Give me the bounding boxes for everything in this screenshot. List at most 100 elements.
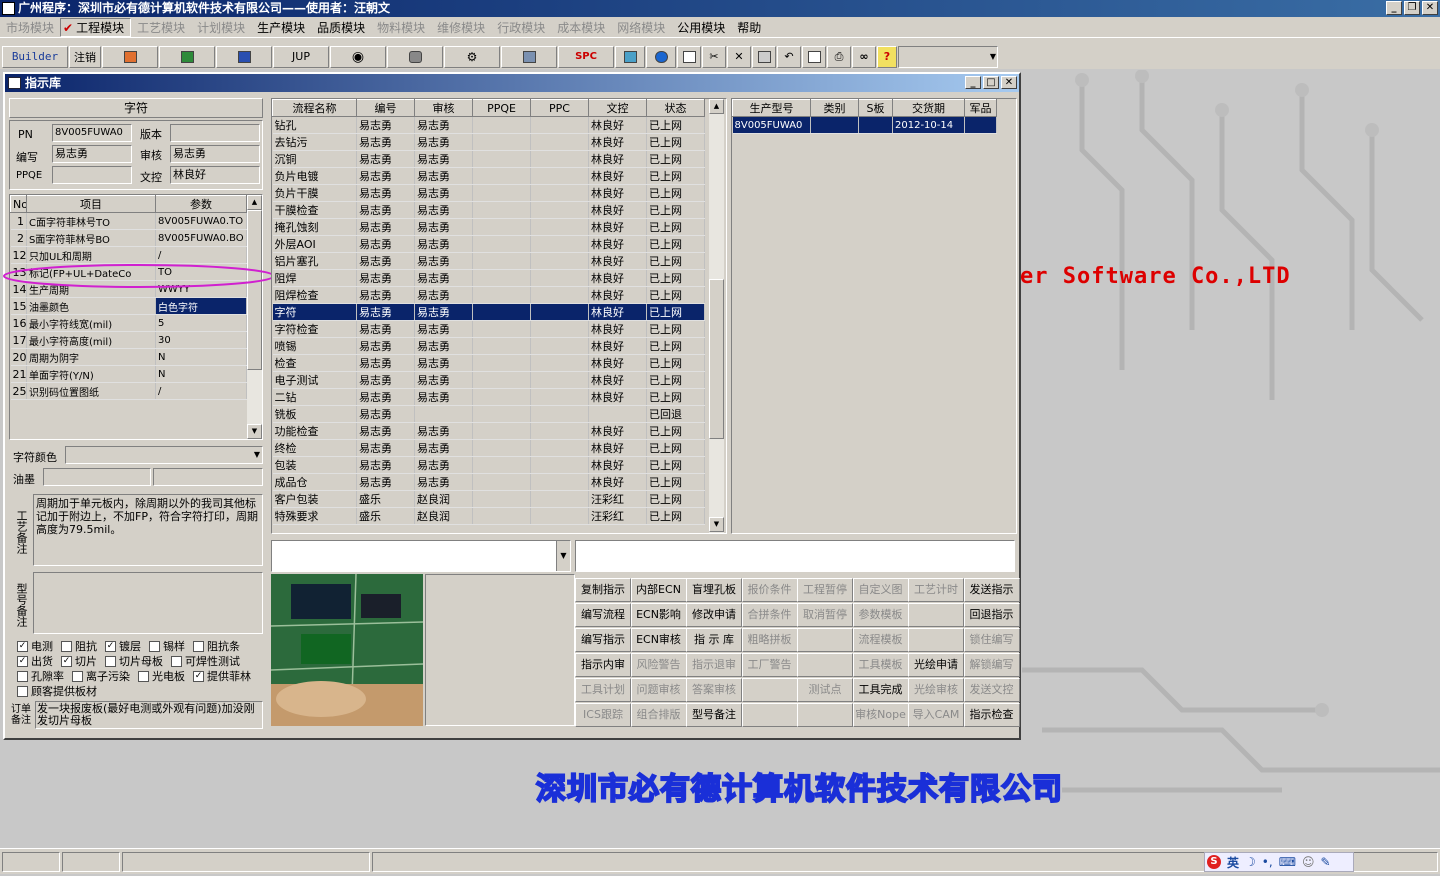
- computer-button[interactable]: [501, 45, 557, 68]
- action-button[interactable]: 光绘申请: [908, 653, 964, 677]
- params-column-header[interactable]: 参数: [155, 195, 247, 213]
- flow-row[interactable]: 外层AOI 易志勇 易志勇 林良好 已上网: [272, 235, 705, 253]
- action-button[interactable]: 风险警告: [630, 653, 687, 677]
- flow-row[interactable]: 电子测试 易志勇 易志勇 林良好 已上网: [272, 371, 705, 389]
- restore-button[interactable]: ❐: [1404, 1, 1420, 15]
- checkbox[interactable]: ✓: [17, 655, 28, 667]
- jup-button[interactable]: JUP: [273, 45, 329, 68]
- flow-row[interactable]: 铝片塞孔 易志勇 易志勇 林良好 已上网: [272, 252, 705, 270]
- database-button[interactable]: [387, 45, 443, 68]
- action-button[interactable]: [797, 703, 853, 727]
- window-minimize-button[interactable]: _: [965, 76, 981, 89]
- action-button[interactable]: 指 示 库: [686, 628, 742, 652]
- action-button[interactable]: 指示退审: [686, 653, 742, 677]
- process-note-text[interactable]: 周期加于单元板内，除周期以外的我司其他标记加于附边上，不加FP，符合字符打印，周…: [33, 494, 263, 566]
- flow-row[interactable]: 负片干膜 易志勇 易志勇 林良好 已上网: [272, 184, 705, 202]
- action-button[interactable]: 工厂警告: [741, 653, 798, 677]
- spc-button[interactable]: SPC: [558, 45, 614, 68]
- action-button[interactable]: 型号备注: [686, 703, 742, 727]
- action-button[interactable]: 发送指示: [963, 578, 1020, 602]
- params-row[interactable]: 12 只加UL和周期 /: [10, 246, 247, 264]
- flow-row[interactable]: 客户包装 盛乐 赵良润 汪彩红 已上网: [272, 490, 705, 508]
- new-button[interactable]: [677, 45, 701, 68]
- menu-item[interactable]: 品质模块: [311, 19, 371, 36]
- action-button[interactable]: 工程暂停: [797, 578, 853, 602]
- action-button[interactable]: 盲埋孔板: [686, 578, 742, 602]
- checkbox[interactable]: ✓: [193, 670, 204, 682]
- action-button[interactable]: 解锁编写: [963, 653, 1020, 677]
- action-button[interactable]: 工艺计时: [908, 578, 964, 602]
- action-button[interactable]: 发送文控: [963, 678, 1020, 702]
- flow-row[interactable]: 去钻污 易志勇 易志勇 林良好 已上网: [272, 133, 705, 151]
- checkbox[interactable]: [17, 670, 28, 682]
- flow-scrollbar[interactable]: ▲ ▼: [709, 99, 724, 533]
- action-button[interactable]: 工具模板: [852, 653, 909, 677]
- ink-field[interactable]: [43, 468, 151, 486]
- flow-row[interactable]: 字符 易志勇 易志勇 林良好 已上网: [272, 303, 705, 321]
- action-button[interactable]: 参数模板: [852, 603, 909, 627]
- flow-row[interactable]: 掩孔蚀刻 易志勇 易志勇 林良好 已上网: [272, 218, 705, 236]
- pn-field[interactable]: 8V005FUWA0: [52, 124, 132, 142]
- params-row[interactable]: 1 C面字符菲林号TO 8V005FUWA0.TO: [10, 212, 247, 230]
- flow-row[interactable]: 字符检查 易志勇 易志勇 林良好 已上网: [272, 320, 705, 338]
- action-button[interactable]: 报价条件: [741, 578, 798, 602]
- flow-row[interactable]: 功能检查 易志勇 易志勇 林良好 已上网: [272, 422, 705, 440]
- action-button[interactable]: ECN审核: [630, 628, 687, 652]
- menu-item[interactable]: 工艺模块: [131, 19, 191, 36]
- menu-item[interactable]: 计划模块: [191, 19, 251, 36]
- version-field[interactable]: [170, 124, 260, 142]
- control-field[interactable]: 林良好: [170, 166, 260, 184]
- action-button[interactable]: 内部ECN: [630, 578, 687, 602]
- params-row[interactable]: 25 识别码位置图纸 /: [10, 382, 247, 400]
- action-button[interactable]: [908, 603, 964, 627]
- orders-column-header[interactable]: 军品: [964, 99, 997, 117]
- flow-column-header[interactable]: PPQE: [472, 99, 531, 117]
- excel-button[interactable]: [159, 45, 215, 68]
- close-button[interactable]: ✕: [1422, 1, 1438, 15]
- checkbox[interactable]: [72, 670, 83, 682]
- flow-column-header[interactable]: PPC: [530, 99, 589, 117]
- action-button[interactable]: 合拼条件: [741, 603, 798, 627]
- menu-item[interactable]: 市场模块: [0, 19, 60, 36]
- menu-item[interactable]: 生产模块: [251, 19, 311, 36]
- action-button[interactable]: ICS跟踪: [575, 703, 631, 727]
- ime-toolbar[interactable]: S 英 ☽ •, ⌨ ☺ ✎: [1204, 852, 1354, 872]
- checkbox[interactable]: ✓: [17, 640, 28, 652]
- action-button[interactable]: 自定义图: [852, 578, 909, 602]
- print-button[interactable]: ⎙: [827, 45, 851, 68]
- checkbox[interactable]: ✓: [105, 640, 116, 652]
- author-field[interactable]: 易志勇: [52, 145, 132, 163]
- action-button[interactable]: 指示检查: [963, 703, 1020, 727]
- flow-select[interactable]: ▼: [271, 540, 571, 572]
- checkbox[interactable]: [105, 655, 116, 667]
- action-button[interactable]: 组合排版: [630, 703, 687, 727]
- action-button[interactable]: 答案审核: [686, 678, 742, 702]
- menu-item[interactable]: 物料模块: [371, 19, 431, 36]
- word-button[interactable]: [216, 45, 272, 68]
- review-field[interactable]: 易志勇: [170, 145, 260, 163]
- flow-row[interactable]: 终检 易志勇 易志勇 林良好 已上网: [272, 439, 705, 457]
- save-button[interactable]: [752, 45, 776, 68]
- action-button[interactable]: [797, 628, 853, 652]
- checkbox[interactable]: ✓: [61, 655, 72, 667]
- action-button[interactable]: 指示内审: [575, 653, 631, 677]
- action-button[interactable]: ECN影响: [630, 603, 687, 627]
- orders-column-header[interactable]: S板: [858, 99, 893, 117]
- params-row[interactable]: 15 油墨颜色 白色字符: [10, 297, 247, 315]
- flow-row[interactable]: 特殊要求 盛乐 赵良润 汪彩红 已上网: [272, 507, 705, 525]
- toolbar-combo[interactable]: ▼: [898, 45, 998, 68]
- action-button[interactable]: 修改申请: [686, 603, 742, 627]
- flow-row[interactable]: 钻孔 易志勇 易志勇 林良好 已上网: [272, 116, 705, 134]
- params-row[interactable]: 20 周期为阴字 N: [10, 348, 247, 366]
- params-column-header[interactable]: No: [10, 195, 27, 213]
- action-button[interactable]: [797, 653, 853, 677]
- char-color-select[interactable]: ▼: [65, 446, 263, 464]
- flow-row[interactable]: 喷锡 易志勇 易志勇 林良好 已上网: [272, 337, 705, 355]
- action-button[interactable]: 回退指示: [963, 603, 1020, 627]
- help-button[interactable]: ?: [877, 45, 897, 68]
- checkbox[interactable]: [61, 640, 72, 652]
- window-close-button[interactable]: ✕: [1001, 76, 1017, 89]
- action-button[interactable]: 测试点: [797, 678, 853, 702]
- menu-item[interactable]: 帮助: [731, 19, 767, 36]
- flow-row[interactable]: 二钻 易志勇 易志勇 林良好 已上网: [272, 388, 705, 406]
